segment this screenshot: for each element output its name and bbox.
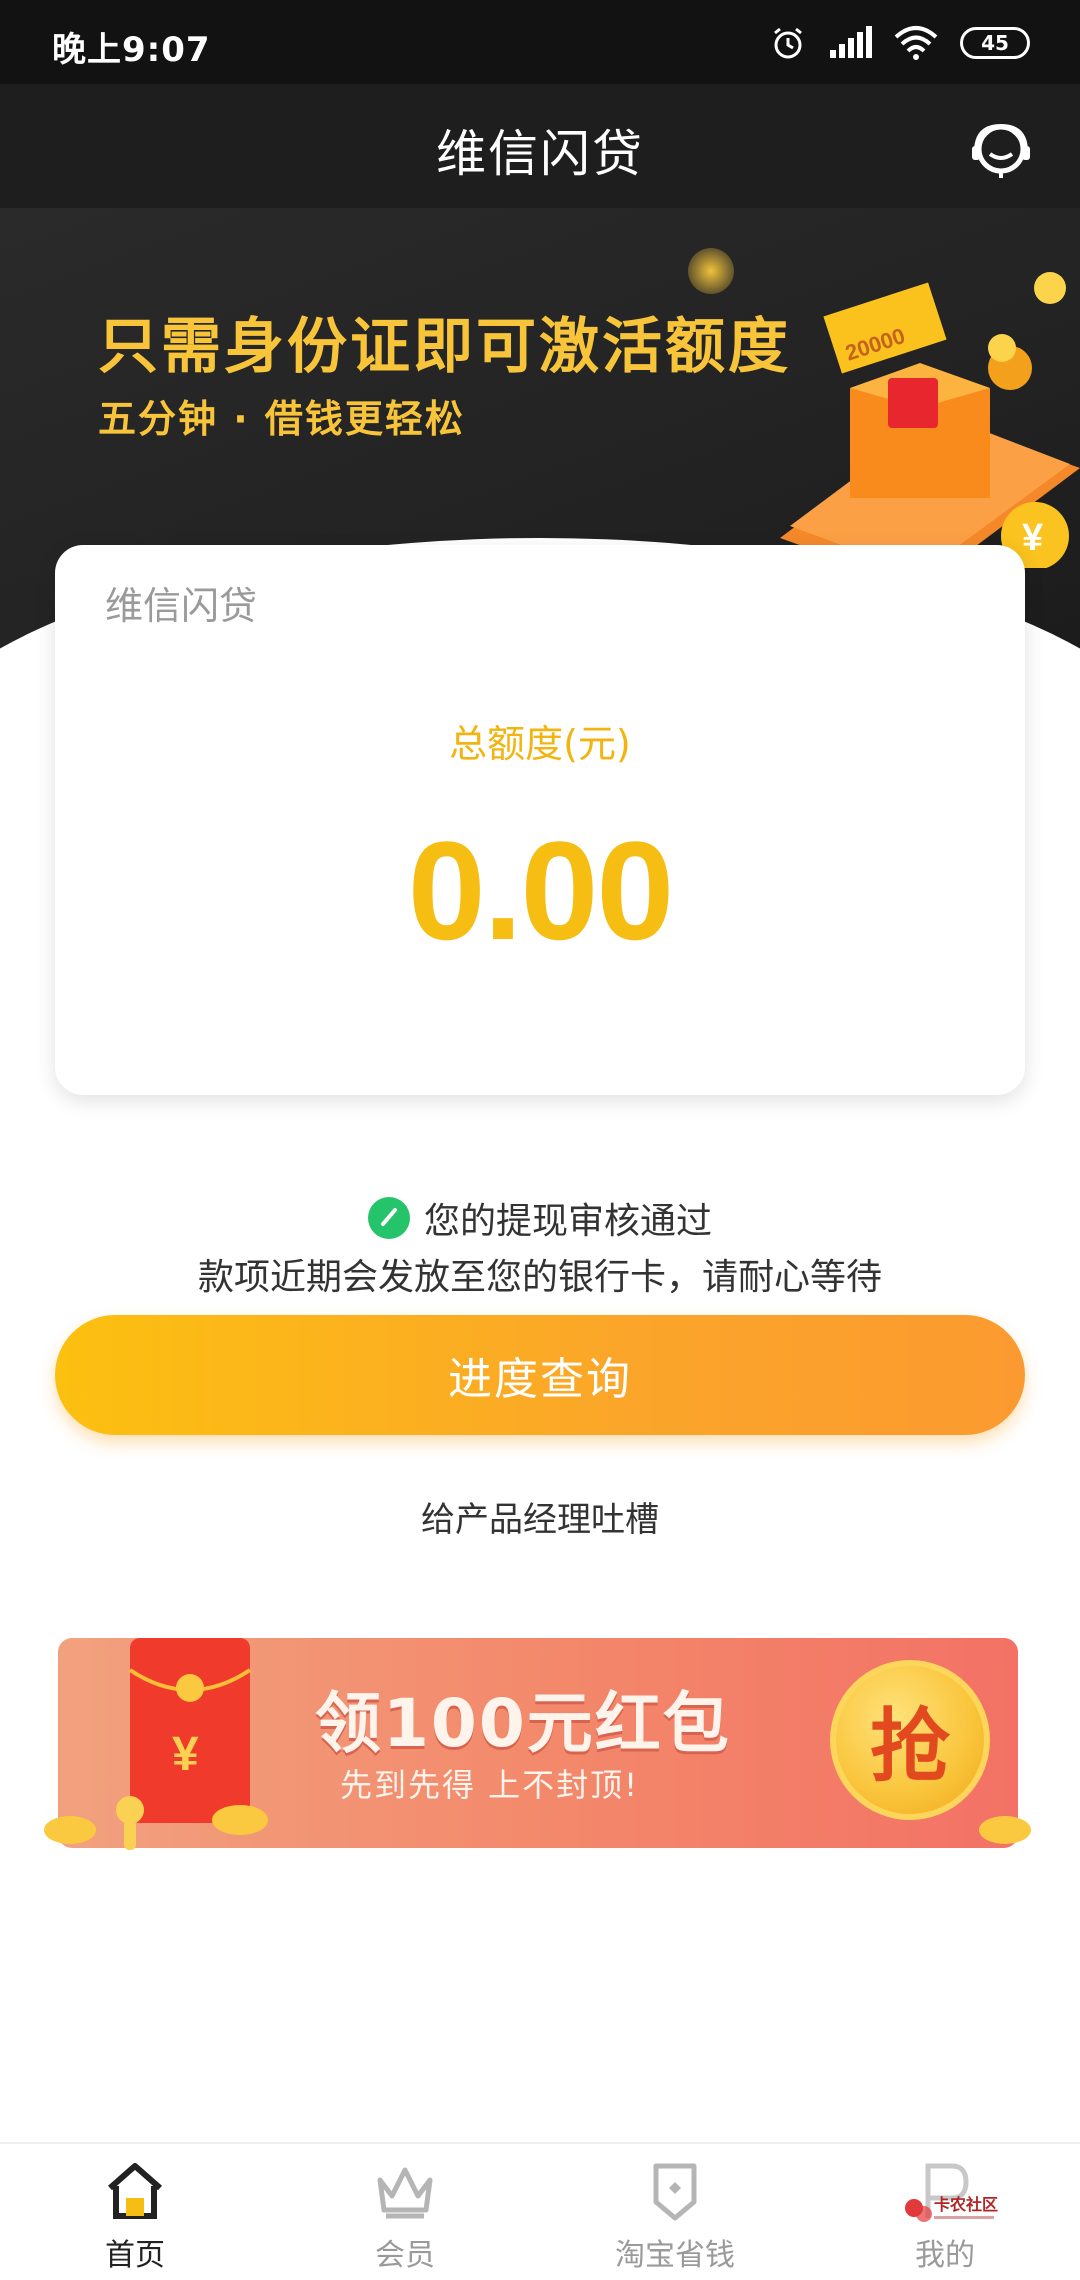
nav-label-taobao-savings: 淘宝省钱 [615,2238,735,2273]
feedback-link[interactable]: 给产品经理吐槽 [0,1492,1080,1541]
status-bar: 晚上9:07 45 [0,0,1080,84]
quota-card: 维信闪贷 总额度(元) 0.00 [55,545,1025,1095]
card-brand: 维信闪贷 [105,584,258,628]
red-packet-promo-banner[interactable]: ¥ 领100元红包 先到先得 上不封顶! 抢 [40,1630,1040,1860]
approved-check-icon [367,1197,410,1239]
watermark-text: 卡农社区 [934,2195,998,2214]
svg-text:¥: ¥ [1022,517,1043,559]
battery-indicator: 45 [960,27,1030,59]
nav-item-member[interactable]: 会员 [270,2144,540,2280]
status-icons: 45 [770,20,1030,66]
status-time: 晚上9:07 [52,30,211,70]
progress-query-button[interactable]: 进度查询 [55,1315,1025,1435]
watermark-logo: 卡农社区 [905,2195,998,2222]
gold-coins-icon [44,1796,268,1850]
shield-tag-icon [653,2163,697,2221]
grab-button[interactable]: 抢 [830,1660,990,1820]
nav-item-home[interactable]: 首页 [0,2144,270,2280]
crown-icon [377,2167,433,2219]
nav-label-member: 会员 [375,2238,435,2273]
notice-title: 您的提现审核通过 [423,1201,712,1242]
promo-subtitle: 先到先得 上不封顶! [340,1766,640,1804]
banner-subline: 五分钟 · 借钱更轻松 [98,397,465,441]
banner-headline: 只需身份证即可激活额度 [98,312,791,382]
envelope-symbol: ¥ [172,1728,199,1781]
home-icon [108,2163,162,2219]
customer-service-icon[interactable] [966,114,1036,184]
quota-value: 0.00 [407,812,674,969]
nav-item-taobao-savings[interactable]: 淘宝省钱 [540,2144,810,2280]
gold-coin-icon [979,1816,1031,1844]
withdraw-notice: 您的提现审核通过 [0,1192,1080,1244]
nav-label-home: 首页 [105,2238,165,2273]
wifi-icon [894,26,938,60]
notice-detail: 款项近期会发放至您的银行卡，请耐心等待 [197,1257,882,1298]
quota-label: 总额度(元) [449,722,631,766]
promo-title: 领100元红包 [315,1685,731,1762]
page-title: 维信闪贷 [436,125,644,183]
app-header: 维信闪贷 [0,84,1080,208]
signal-icon [830,26,872,58]
app-screen: 晚上9:07 45 维信闪贷 只需身份证即可激活额度 五分钟 · 借钱更轻松 2… [0,0,1080,2280]
alarm-icon [774,27,802,59]
banner-glow [688,248,734,294]
phone-gift-illustration: 20000 ¥ [780,272,1080,568]
nav-label-mine: 我的 [915,2238,975,2273]
